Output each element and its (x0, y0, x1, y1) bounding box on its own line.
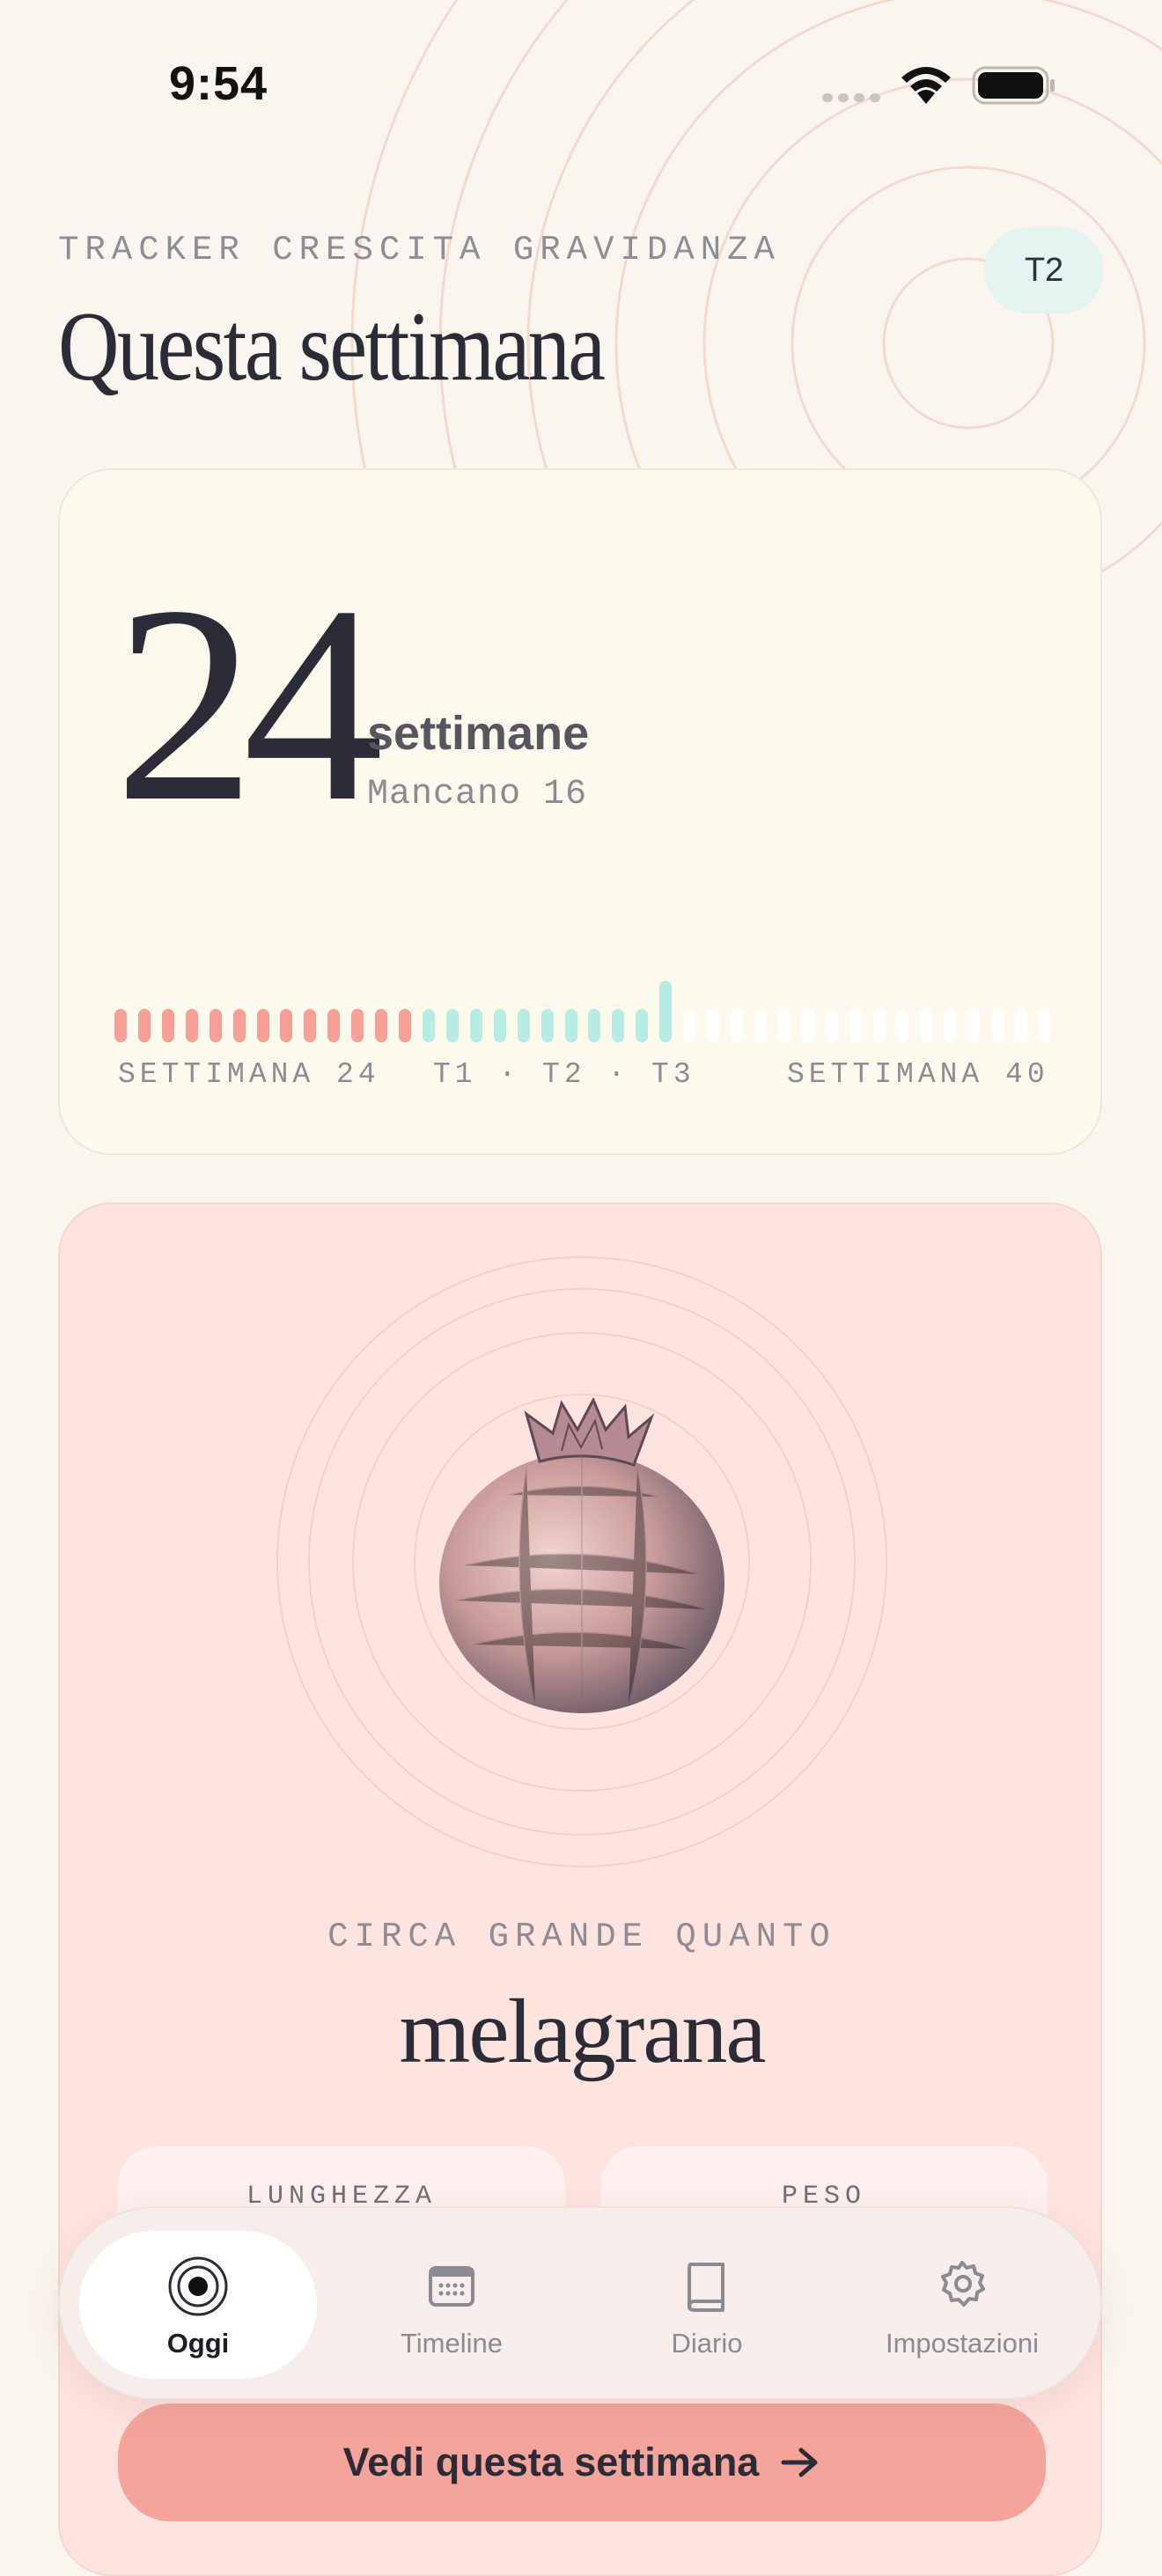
week-bar (469, 1009, 482, 1042)
week-bar (517, 1009, 530, 1042)
tab-label-diario: Diario (671, 2328, 743, 2359)
gear-icon (941, 2261, 985, 2307)
week-bar (754, 1009, 767, 1042)
week-bar (304, 1009, 317, 1042)
week-bar (801, 1009, 814, 1042)
tab-label-impostazioni: Impostazioni (885, 2328, 1040, 2359)
book-icon (688, 2263, 724, 2312)
tab-oggi[interactable]: Oggi (79, 2231, 317, 2379)
week-bar (541, 1009, 554, 1042)
week-bar (1015, 1009, 1028, 1042)
week-bar (327, 1009, 341, 1042)
week-bar (707, 1009, 720, 1042)
calendar-icon (429, 2266, 474, 2307)
cellular-signal-icon (822, 93, 880, 102)
week-bar (137, 1009, 151, 1042)
week-bar (114, 1009, 127, 1042)
week-bar (920, 1009, 933, 1042)
week-bar (731, 1009, 743, 1042)
week-bar (944, 1009, 957, 1042)
tab-label-oggi: Oggi (166, 2328, 230, 2359)
week-card: 24 settimane Mancano 16 SETTIMANA 24 T1 … (58, 468, 1102, 1155)
week-bar (849, 1009, 862, 1042)
week-bar (445, 1009, 459, 1042)
scale-end: SETTIMANA 40 (787, 1058, 1049, 1091)
week-bar (209, 1009, 222, 1042)
week-bar (161, 1009, 174, 1042)
week-bar (659, 981, 673, 1042)
tab-label-timeline: Timeline (401, 2328, 503, 2359)
week-unit: settimane (367, 707, 590, 760)
week-bar (423, 1009, 435, 1042)
tab-timeline[interactable]: Timeline (333, 2231, 570, 2379)
week-bar (967, 1009, 981, 1042)
tab-impostazioni[interactable]: Impostazioni (843, 2231, 1081, 2379)
week-bar (636, 1009, 649, 1042)
week-bar (256, 1009, 269, 1042)
week-bar (493, 1009, 506, 1042)
weeks-remaining: Mancano 16 (367, 775, 588, 814)
week-bar (872, 1009, 886, 1042)
scale-start: SETTIMANA 24 (118, 1058, 380, 1091)
page-title: Questa settimana (58, 292, 606, 401)
battery-icon (972, 66, 1055, 105)
view-this-week-button[interactable]: Vedi questa settimana (118, 2403, 1046, 2521)
week-bar (612, 1009, 625, 1042)
week-bar (825, 1009, 838, 1042)
pregnancy-progress-bar (114, 946, 1051, 1042)
fruit-name: melagrana (399, 1981, 766, 2082)
week-bar (399, 1009, 412, 1042)
app-eyebrow: TRACKER CRESCITA GRAVIDANZA (58, 231, 781, 269)
week-number: 24 (114, 548, 384, 860)
week-bar (777, 1009, 791, 1042)
week-bar (351, 1009, 364, 1042)
target-icon (168, 2256, 228, 2316)
status-bar: 9:54 (0, 0, 1162, 167)
status-time: 9:54 (169, 57, 268, 110)
trimester-badge[interactable]: T2 (984, 227, 1104, 313)
pomegranate-icon (439, 1398, 724, 1715)
week-bar (588, 1009, 601, 1042)
week-bar (375, 1009, 388, 1042)
scale-trimesters: T1 · T2 · T3 (433, 1058, 695, 1091)
week-bar (1039, 1009, 1051, 1042)
week-bar (896, 1009, 909, 1042)
tab-diario[interactable]: Diario (588, 2231, 826, 2379)
tab-bar: Oggi Timeline Diario Impostazioni (58, 2206, 1102, 2400)
size-eyebrow: CIRCA GRANDE QUANTO (327, 1917, 836, 1956)
week-bar (280, 1009, 293, 1042)
week-bar (185, 1009, 198, 1042)
cta-label: Vedi questa settimana (342, 2440, 760, 2484)
wifi-icon (901, 67, 951, 104)
week-bar (232, 1009, 246, 1042)
arrow-right-icon (781, 2447, 818, 2477)
week-bar (564, 1009, 577, 1042)
week-bar (991, 1009, 1004, 1042)
week-bar (683, 1009, 696, 1042)
